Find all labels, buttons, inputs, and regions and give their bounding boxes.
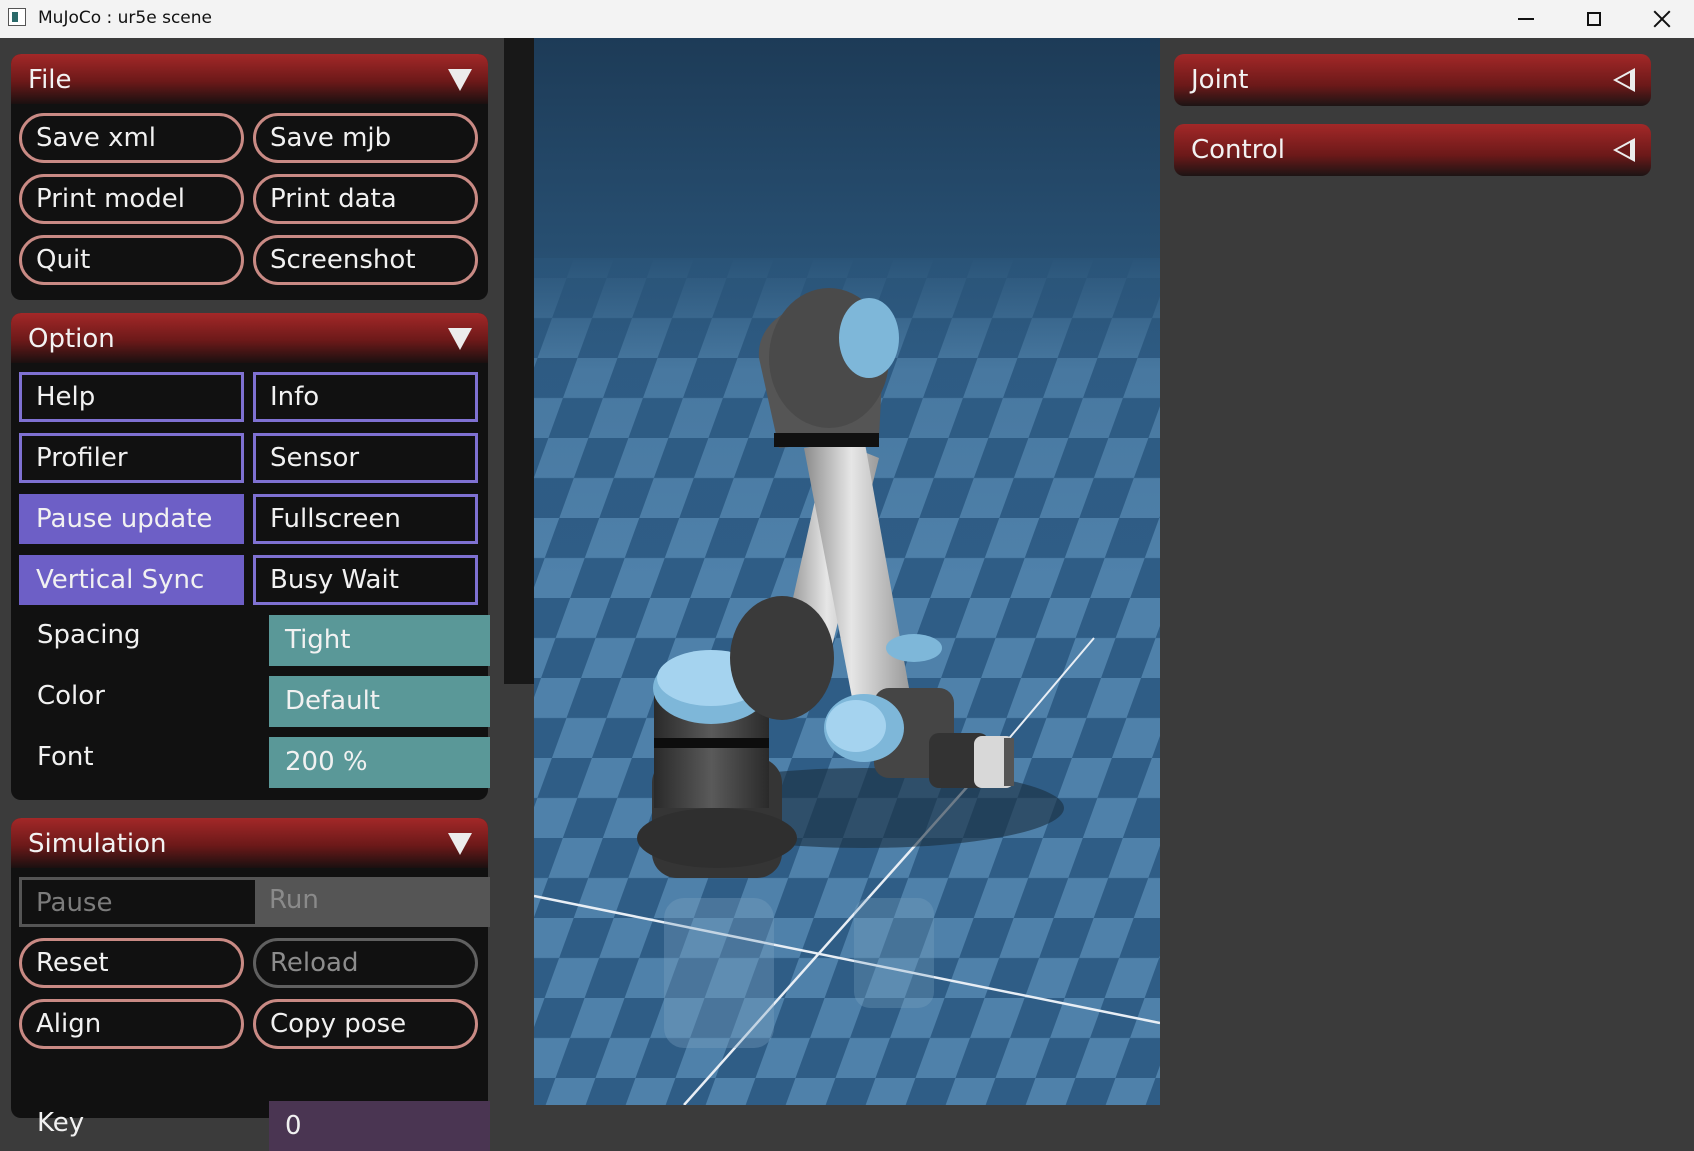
reset-button[interactable]: Reset <box>19 938 244 988</box>
maximize-button[interactable] <box>1560 0 1628 38</box>
collapse-triangle-icon <box>448 833 472 855</box>
vertical-sync-toggle[interactable]: Vertical Sync <box>19 555 244 605</box>
info-toggle[interactable]: Info <box>253 372 478 422</box>
option-section-header[interactable]: Option <box>11 313 488 363</box>
copy-pose-button[interactable]: Copy pose <box>253 999 478 1049</box>
maximize-icon <box>1587 12 1601 26</box>
collapse-triangle-icon <box>448 328 472 350</box>
key-slider[interactable]: 0 <box>269 1101 490 1151</box>
right-ui-panel: Joint Control <box>1160 38 1694 1105</box>
joint-section-header[interactable]: Joint <box>1174 54 1651 106</box>
title-bar: MuJoCo : ur5e scene <box>0 0 1694 39</box>
expand-triangle-icon <box>1613 138 1635 162</box>
simulation-section: Simulation Pause Run Reset Reload Align … <box>11 818 490 1151</box>
key-label: Key <box>37 1108 85 1138</box>
minimize-button[interactable] <box>1492 0 1560 38</box>
expand-triangle-icon <box>1613 68 1635 92</box>
align-button[interactable]: Align <box>19 999 244 1049</box>
screenshot-button[interactable]: Screenshot <box>253 235 478 285</box>
minimize-icon <box>1518 18 1534 20</box>
simulation-section-title: Simulation <box>28 829 167 859</box>
run-option[interactable]: Run <box>255 877 490 927</box>
print-data-button[interactable]: Print data <box>253 174 478 224</box>
color-label: Color <box>37 681 105 711</box>
scene-render <box>534 38 1160 1105</box>
fullscreen-toggle[interactable]: Fullscreen <box>253 494 478 544</box>
pause-update-toggle[interactable]: Pause update <box>19 494 244 544</box>
simulation-section-header[interactable]: Simulation <box>11 818 488 868</box>
option-section-title: Option <box>28 324 115 354</box>
joint-section-title: Joint <box>1191 65 1249 95</box>
busy-wait-toggle[interactable]: Busy Wait <box>253 555 478 605</box>
scrollbar-thumb[interactable] <box>504 38 534 684</box>
option-section: Option Help Info Profiler Sensor Pause u… <box>11 313 490 800</box>
pause-option[interactable]: Pause <box>19 877 255 927</box>
save-xml-button[interactable]: Save xml <box>19 113 244 163</box>
font-select[interactable]: 200 % <box>269 737 490 788</box>
print-model-button[interactable]: Print model <box>19 174 244 224</box>
app-icon <box>8 8 26 26</box>
left-panel-scrollbar[interactable] <box>504 38 534 1105</box>
spacing-label: Spacing <box>37 620 141 650</box>
control-section-title: Control <box>1191 135 1285 165</box>
font-label: Font <box>37 742 94 772</box>
collapse-triangle-icon <box>448 69 472 91</box>
save-mjb-button[interactable]: Save mjb <box>253 113 478 163</box>
quit-button[interactable]: Quit <box>19 235 244 285</box>
close-button[interactable] <box>1628 0 1694 38</box>
close-icon <box>1653 10 1671 28</box>
spacing-select[interactable]: Tight <box>269 615 490 666</box>
file-section-title: File <box>28 65 72 95</box>
window-title: MuJoCo : ur5e scene <box>38 8 213 28</box>
reload-button[interactable]: Reload <box>253 938 478 988</box>
profiler-toggle[interactable]: Profiler <box>19 433 244 483</box>
file-section: File Save xml Save mjb Print model Print… <box>11 54 488 300</box>
color-select[interactable]: Default <box>269 676 490 727</box>
sensor-toggle[interactable]: Sensor <box>253 433 478 483</box>
file-section-header[interactable]: File <box>11 54 488 104</box>
3d-viewport[interactable] <box>534 38 1160 1105</box>
control-section-header[interactable]: Control <box>1174 124 1651 176</box>
left-ui-panel: File Save xml Save mjb Print model Print… <box>0 38 504 1151</box>
help-toggle[interactable]: Help <box>19 372 244 422</box>
